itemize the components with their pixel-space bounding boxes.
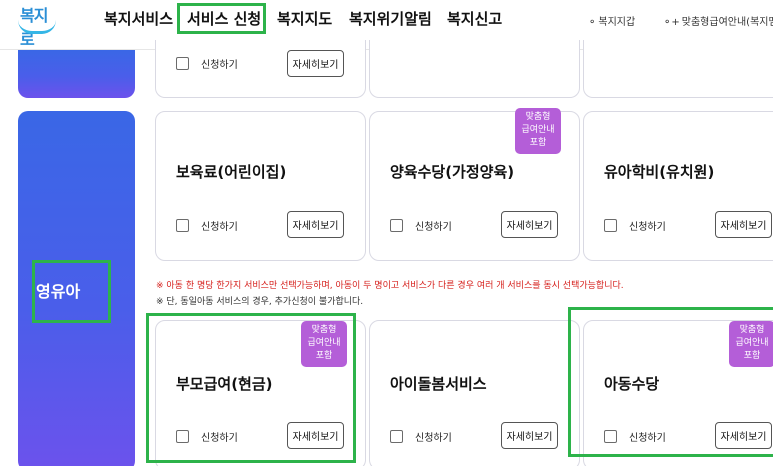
person-icon: ⚬ [588,17,597,28]
util-welfare-wallet[interactable]: ⚬ 복지지갑 [588,13,635,28]
apply-checkbox-home-care-allowance[interactable]: 신청하기 [390,218,452,233]
apply-checkbox-childcare-fee[interactable]: 신청하기 [176,218,238,233]
badge-line: 포함 [743,351,761,361]
detail-button-kindergarten-fee[interactable]: 자세히보기 [715,211,772,238]
detail-button-parent-benefit[interactable]: 자세히보기 [287,422,344,449]
card-title: 아이돌봄서비스 [390,375,487,393]
checkbox[interactable] [604,430,617,443]
nav-welfare-services[interactable]: 복지서비스 [104,8,173,29]
custom-benefit-badge: 맞춤형 급여안내 포함 [515,108,561,154]
detail-button-home-care-allowance[interactable]: 자세히보기 [501,211,558,238]
badge-line: 맞춤형 [739,325,765,335]
custom-benefit-badge: 맞춤형 급여안내 포함 [301,321,347,367]
badge-line: 맞춤형 [525,112,551,122]
apply-label: 신청하기 [201,433,238,444]
card-title: 부모급여(현금) [176,375,273,393]
badge-line: 급여안내 [735,338,769,348]
service-card-parent-benefit: 맞춤형 급여안내 포함 부모급여(현금) 신청하기 자세히보기 [155,320,366,466]
detail-button-childcare-fee[interactable]: 자세히보기 [287,211,344,238]
apply-checkbox-child-allowance[interactable]: 신청하기 [604,429,666,444]
checkbox[interactable] [604,219,617,232]
category-panel-prev [18,50,135,98]
badge-line: 포함 [529,138,547,148]
category-label-infant: 영유아 [36,282,81,301]
checkbox[interactable] [176,219,189,232]
badge-line: 급여안내 [307,338,341,348]
service-card-child-allowance: 맞춤형 급여안내 포함 아동수당 신청하기 자세히보기 [583,320,773,466]
nav-service-application[interactable]: 서비스 신청 [187,8,261,29]
apply-checkbox-prev-1[interactable]: 신청하기 [176,56,238,71]
checkbox[interactable] [176,57,189,70]
util-custom-benefit-guide-label: 맞춤형급여안내(복지멤 [681,17,773,28]
badge-line: 맞춤형 [311,325,337,335]
checkbox[interactable] [390,430,403,443]
notice-no-additional-application: ※ 단, 동일아동 서비스의 경우, 추가신청이 불가합니다. [156,297,364,307]
card-title: 보육료(어린이집) [176,163,287,181]
service-card-child-care-service: 아이돌봄서비스 신청하기 자세히보기 [369,320,580,466]
card-title: 유아학비(유치원) [604,163,715,181]
person-plus-icon: ⚬+ [663,17,680,28]
apply-checkbox-child-care-service[interactable]: 신청하기 [390,429,452,444]
bokjiro-logo[interactable]: 복지로 [16,2,60,49]
detail-button-prev-1[interactable]: 자세히보기 [287,50,344,77]
apply-label: 신청하기 [415,222,452,233]
badge-line: 포함 [315,351,333,361]
service-card-prev-2 [369,40,580,98]
service-card-kindergarten-fee: 유아학비(유치원) 신청하기 자세히보기 [583,111,773,261]
detail-button-child-care-service[interactable]: 자세히보기 [501,422,558,449]
service-card-home-care-allowance: 맞춤형 급여안내 포함 양육수당(가정양육) 신청하기 자세히보기 [369,108,580,261]
badge-line: 급여안내 [521,125,555,135]
checkbox[interactable] [390,219,403,232]
service-card-childcare-fee: 보육료(어린이집) 신청하기 자세히보기 [155,111,366,261]
service-card-prev-1: 신청하기 자세히보기 [155,40,366,98]
util-welfare-wallet-label: 복지지갑 [598,17,636,28]
apply-label: 신청하기 [629,222,666,233]
custom-benefit-badge: 맞춤형 급여안내 포함 [729,321,773,367]
nav-welfare-report[interactable]: 복지신고 [447,8,502,29]
util-custom-benefit-guide[interactable]: ⚬+ 맞춤형급여안내(복지멤 [663,13,773,28]
apply-label: 신청하기 [629,433,666,444]
service-card-prev-3 [583,40,773,98]
card-title: 양육수당(가정양육) [390,163,515,181]
card-title: 아동수당 [604,375,660,393]
nav-welfare-map[interactable]: 복지지도 [277,8,332,29]
apply-label: 신청하기 [415,433,452,444]
apply-label: 신청하기 [201,60,238,71]
detail-button-child-allowance[interactable]: 자세히보기 [715,422,772,449]
page: 복지로 복지서비스 서비스 신청 복지지도 복지위기알림 복지신고 ⚬ 복지지갑 … [0,0,773,466]
apply-checkbox-kindergarten-fee[interactable]: 신청하기 [604,218,666,233]
nav-welfare-crisis-alert[interactable]: 복지위기알림 [349,8,432,29]
apply-label: 신청하기 [201,222,238,233]
checkbox[interactable] [176,430,189,443]
apply-checkbox-parent-benefit[interactable]: 신청하기 [176,429,238,444]
notice-one-service-per-child: ※ 아동 한 명당 한가지 서비스만 선택가능하며, 아동이 두 명이고 서비스… [156,281,624,291]
